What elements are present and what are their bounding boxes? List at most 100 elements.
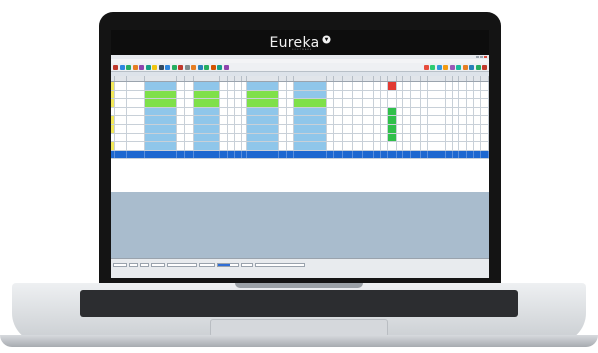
toolbar-button[interactable]	[204, 64, 209, 70]
table-row[interactable]	[111, 150, 489, 160]
table-cell[interactable]	[287, 90, 295, 99]
table-cell[interactable]	[327, 133, 334, 142]
table-cell[interactable]	[467, 90, 475, 99]
table-cell[interactable]	[467, 107, 475, 116]
table-cell[interactable]	[193, 116, 221, 124]
toolbar-button[interactable]	[469, 64, 474, 70]
table-cell[interactable]	[474, 107, 482, 116]
table-cell[interactable]	[353, 116, 364, 124]
table-cell[interactable]	[327, 142, 334, 150]
table-cell[interactable]	[235, 82, 243, 90]
grid-column-header[interactable]	[220, 76, 228, 81]
toolbar-button[interactable]	[126, 64, 131, 70]
table-cell[interactable]	[235, 116, 243, 124]
table-row[interactable]	[111, 90, 489, 100]
grid-column-header[interactable]	[374, 76, 382, 81]
toolbar-button[interactable]	[132, 64, 138, 70]
table-cell[interactable]	[294, 99, 327, 107]
table-cell[interactable]	[374, 90, 382, 99]
table-cell[interactable]	[388, 133, 398, 142]
table-cell[interactable]	[115, 90, 128, 99]
grid-column-header[interactable]	[279, 76, 287, 81]
table-cell[interactable]	[374, 142, 382, 150]
table-cell[interactable]	[145, 150, 178, 159]
table-cell[interactable]	[327, 116, 334, 124]
table-cell[interactable]	[144, 99, 178, 107]
table-cell[interactable]	[247, 150, 280, 159]
table-cell[interactable]	[388, 82, 398, 90]
grid-column-header[interactable]	[428, 76, 447, 81]
toolbar-button[interactable]	[184, 64, 190, 70]
table-cell[interactable]	[363, 82, 374, 90]
table-cell[interactable]	[287, 82, 295, 90]
table-cell[interactable]	[467, 82, 475, 90]
toolbar-button[interactable]	[152, 64, 157, 70]
table-cell[interactable]	[235, 90, 243, 99]
table-cell[interactable]	[235, 150, 243, 159]
table-cell[interactable]	[481, 116, 489, 124]
table-cell[interactable]	[428, 90, 447, 99]
table-cell[interactable]	[294, 142, 327, 150]
table-cell[interactable]	[279, 133, 287, 142]
table-cell[interactable]	[467, 99, 475, 107]
toolbar-button[interactable]	[145, 64, 151, 70]
table-cell[interactable]	[421, 99, 429, 107]
table-cell[interactable]	[421, 107, 429, 116]
table-cell[interactable]	[177, 116, 185, 124]
table-cell[interactable]	[177, 150, 185, 159]
table-cell[interactable]	[246, 107, 280, 116]
table-cell[interactable]	[220, 99, 228, 107]
table-cell[interactable]	[115, 133, 128, 142]
table-cell[interactable]	[287, 133, 295, 142]
table-cell[interactable]	[127, 133, 145, 142]
table-cell[interactable]	[144, 133, 178, 142]
table-cell[interactable]	[388, 150, 398, 159]
table-cell[interactable]	[381, 99, 389, 107]
table-cell[interactable]	[220, 150, 228, 159]
grid-column-header[interactable]	[421, 76, 429, 81]
table-cell[interactable]	[353, 124, 364, 133]
grid-column-header[interactable]	[327, 76, 334, 81]
table-cell[interactable]	[294, 133, 327, 142]
table-cell[interactable]	[353, 99, 364, 107]
table-cell[interactable]	[388, 107, 398, 116]
table-cell[interactable]	[235, 124, 243, 133]
table-cell[interactable]	[381, 133, 389, 142]
toolbar-button[interactable]	[475, 64, 481, 70]
table-row[interactable]	[111, 107, 489, 117]
table-cell[interactable]	[185, 82, 194, 90]
table-cell[interactable]	[381, 116, 389, 124]
table-row[interactable]	[111, 99, 489, 108]
table-cell[interactable]	[459, 116, 467, 124]
table-cell[interactable]	[177, 107, 185, 116]
table-cell[interactable]	[294, 82, 327, 90]
table-cell[interactable]	[287, 124, 295, 133]
toolbar-button[interactable]	[449, 64, 455, 70]
grid-column-header[interactable]	[343, 76, 354, 81]
table-cell[interactable]	[193, 124, 221, 133]
table-cell[interactable]	[353, 82, 364, 90]
toolbar-button[interactable]	[113, 64, 118, 70]
grid-column-header[interactable]	[459, 76, 467, 81]
table-cell[interactable]	[327, 82, 334, 90]
panel-field[interactable]	[199, 263, 215, 267]
table-cell[interactable]	[374, 116, 382, 124]
table-cell[interactable]	[185, 90, 194, 99]
table-cell[interactable]	[235, 142, 243, 150]
toolbar-button[interactable]	[210, 64, 216, 70]
table-cell[interactable]	[228, 82, 235, 90]
table-cell[interactable]	[334, 142, 343, 150]
table-cell[interactable]	[220, 133, 228, 142]
table-cell[interactable]	[228, 107, 235, 116]
table-cell[interactable]	[246, 82, 280, 90]
table-row[interactable]	[111, 133, 489, 143]
table-cell[interactable]	[474, 142, 482, 150]
table-cell[interactable]	[421, 82, 429, 90]
toolbar-button[interactable]	[482, 64, 487, 70]
table-cell[interactable]	[374, 133, 382, 142]
toolbar-button[interactable]	[197, 64, 203, 70]
table-cell[interactable]	[381, 142, 389, 150]
table-cell[interactable]	[127, 90, 145, 99]
table-cell[interactable]	[467, 116, 475, 124]
table-cell[interactable]	[353, 133, 364, 142]
